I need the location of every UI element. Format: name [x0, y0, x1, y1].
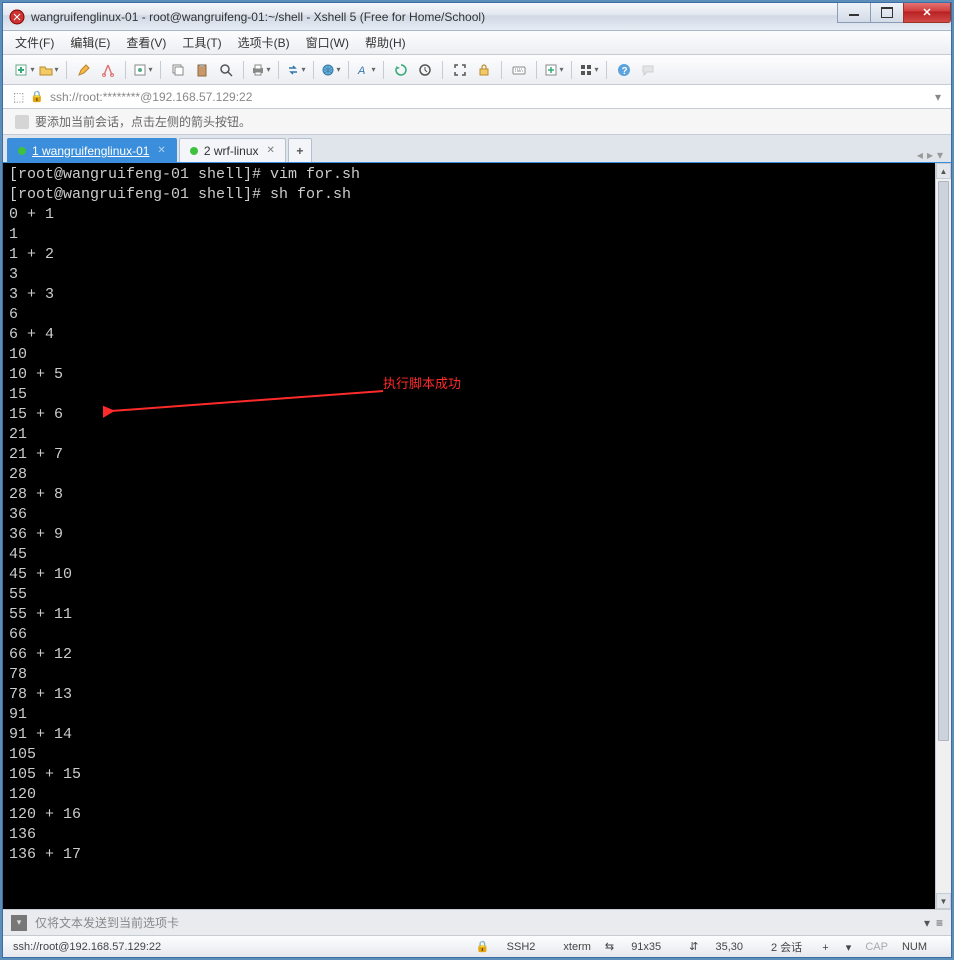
- address-bar[interactable]: ⬚ 🔒 ssh://root:********@192.168.57.129:2…: [3, 85, 951, 109]
- status-size: ⇆ 91x35: [605, 940, 675, 953]
- menu-window[interactable]: 窗口(W): [306, 34, 349, 51]
- settings-icon[interactable]: [133, 60, 153, 80]
- menu-view[interactable]: 查看(V): [126, 34, 166, 51]
- fullscreen-icon[interactable]: [450, 60, 470, 80]
- help-icon[interactable]: ?: [614, 60, 634, 80]
- address-text: ssh://root:********@192.168.57.129:22: [50, 90, 252, 104]
- lock-icon[interactable]: [474, 60, 494, 80]
- vertical-scrollbar[interactable]: ▲ ▼: [935, 163, 951, 909]
- app-window: wangruifenglinux-01 - root@wangruifeng-0…: [2, 2, 952, 958]
- menu-bar: 文件(F) 编辑(E) 查看(V) 工具(T) 选项卡(B) 窗口(W) 帮助(…: [3, 31, 951, 55]
- menu-help[interactable]: 帮助(H): [365, 34, 406, 51]
- window-buttons: [838, 3, 951, 23]
- menu-file[interactable]: 文件(F): [15, 34, 54, 51]
- tab-list-icon[interactable]: ▾: [937, 148, 943, 162]
- tab-close-icon[interactable]: ✕: [157, 145, 165, 156]
- input-mode-icon[interactable]: ▾: [11, 915, 27, 931]
- input-menu-icon[interactable]: ≡: [936, 916, 943, 930]
- new-tab-button[interactable]: +: [288, 138, 312, 162]
- hint-text: 要添加当前会话，点击左侧的箭头按钮。: [35, 113, 251, 130]
- tab-strip: 1 wangruifenglinux-01 ✕ 2 wrf-linux ✕ + …: [3, 135, 951, 163]
- status-dot-icon: [18, 147, 26, 155]
- tab-prev-icon[interactable]: ◂: [917, 148, 923, 162]
- address-overflow-icon[interactable]: ▾: [935, 90, 941, 104]
- status-bar: ssh://root@192.168.57.129:22 🔒 SSH2 xter…: [3, 935, 951, 957]
- session-tab-2[interactable]: 2 wrf-linux ✕: [179, 138, 286, 162]
- terminal-output[interactable]: [root@wangruifeng-01 shell]# vim for.sh …: [3, 163, 935, 909]
- scroll-down-icon[interactable]: ▼: [936, 893, 951, 909]
- status-capslock: CAP: [865, 941, 888, 953]
- minimize-button[interactable]: [837, 3, 871, 23]
- open-icon[interactable]: [39, 60, 59, 80]
- print-icon[interactable]: [251, 60, 271, 80]
- paste-icon[interactable]: [192, 60, 212, 80]
- terminal-wrap: [root@wangruifeng-01 shell]# vim for.sh …: [3, 163, 951, 909]
- status-connection: ssh://root@192.168.57.129:22: [13, 941, 161, 953]
- title-bar[interactable]: wangruifenglinux-01 - root@wangruifeng-0…: [3, 3, 951, 31]
- input-placeholder: 仅将文本发送到当前选项卡: [35, 914, 179, 931]
- new-session-icon[interactable]: [15, 60, 35, 80]
- cut-icon[interactable]: [98, 60, 118, 80]
- menu-edit[interactable]: 编辑(E): [70, 34, 110, 51]
- tab-label: 2 wrf-linux: [204, 144, 259, 158]
- status-sessions: 2 会话 + ▾: [771, 939, 851, 955]
- menu-tools[interactable]: 工具(T): [182, 34, 221, 51]
- maximize-button[interactable]: [870, 3, 904, 23]
- menu-tabs[interactable]: 选项卡(B): [238, 34, 290, 51]
- tab-next-icon[interactable]: ▸: [927, 148, 933, 162]
- scroll-thumb[interactable]: [938, 181, 949, 741]
- status-cursor: ⇵ 35,30: [689, 940, 757, 953]
- hint-bar: 要添加当前会话，点击左侧的箭头按钮。: [3, 109, 951, 135]
- app-icon: [9, 9, 25, 25]
- dropdown-icon[interactable]: ⬚: [13, 90, 24, 104]
- session-tab-1[interactable]: 1 wangruifenglinux-01 ✕: [7, 138, 177, 162]
- keyboard-icon[interactable]: [509, 60, 529, 80]
- scroll-up-icon[interactable]: ▲: [936, 163, 951, 179]
- status-dot-icon: [190, 147, 198, 155]
- tab-label: 1 wangruifenglinux-01: [32, 144, 149, 158]
- status-numlock: NUM: [902, 941, 927, 953]
- tab-close-icon[interactable]: ✕: [267, 145, 275, 156]
- status-proto: 🔒 SSH2: [476, 940, 550, 953]
- input-bar[interactable]: ▾ 仅将文本发送到当前选项卡 ▾ ≡: [3, 909, 951, 935]
- svg-text:A: A: [357, 65, 365, 77]
- layout-icon[interactable]: [579, 60, 599, 80]
- close-button[interactable]: [903, 3, 951, 23]
- svg-text:?: ?: [622, 66, 628, 77]
- copy-icon[interactable]: [168, 60, 188, 80]
- transfer-icon[interactable]: [286, 60, 306, 80]
- lock-small-icon: 🔒: [30, 90, 44, 103]
- tab-nav: ◂ ▸ ▾: [917, 148, 943, 162]
- sync-icon[interactable]: [415, 60, 435, 80]
- globe-icon[interactable]: [321, 60, 341, 80]
- pen-icon[interactable]: [74, 60, 94, 80]
- status-emulation: xterm: [563, 941, 591, 953]
- refresh-icon[interactable]: [391, 60, 411, 80]
- chat-icon[interactable]: [638, 60, 658, 80]
- font-icon[interactable]: A: [356, 60, 376, 80]
- find-icon[interactable]: [216, 60, 236, 80]
- toolbar: A ?: [3, 55, 951, 85]
- add-box-icon[interactable]: [544, 60, 564, 80]
- input-overflow-icon[interactable]: ▾: [924, 916, 930, 930]
- window-title: wangruifenglinux-01 - root@wangruifeng-0…: [31, 10, 838, 24]
